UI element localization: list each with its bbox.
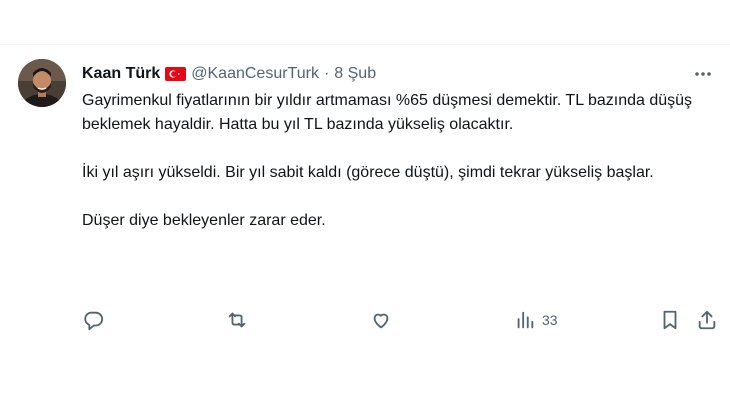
- tweet[interactable]: Kaan Türk @KaanCesurTurk · 8 Şub Gayrime…: [0, 45, 730, 420]
- avatar[interactable]: [18, 59, 66, 107]
- views-button[interactable]: 33: [514, 307, 558, 333]
- more-button[interactable]: [688, 59, 718, 89]
- tweet-paragraph-1: Gayrimenkul fiyatlarının bir yıldır artm…: [82, 92, 693, 133]
- tweet-paragraph-3: Düşer diye bekleyenler zarar eder.: [82, 212, 326, 229]
- turkey-flag-icon: [165, 67, 187, 81]
- retweet-icon: [228, 312, 246, 328]
- share-button[interactable]: [696, 307, 718, 333]
- author-handle[interactable]: @KaanCesurTurk: [191, 65, 319, 83]
- views-icon: [517, 311, 534, 329]
- retweet-button[interactable]: [226, 307, 248, 333]
- bookmark-button[interactable]: [659, 307, 681, 333]
- tweet-text: Gayrimenkul fiyatlarının bir yıldır artm…: [82, 89, 718, 233]
- tweet-paragraph-2: İki yıl aşırı yükseldi. Bir yıl sabit ka…: [82, 164, 654, 181]
- separator-dot: ·: [323, 65, 330, 82]
- tweet-date[interactable]: 8 Şub: [334, 65, 376, 83]
- author-name[interactable]: Kaan Türk: [82, 65, 160, 83]
- avatar-image: [18, 59, 66, 107]
- heart-icon: [373, 313, 389, 329]
- views-count: 33: [542, 312, 558, 328]
- reply-icon: [84, 311, 104, 331]
- tweet-actions: 33: [82, 307, 722, 333]
- more-icon: [695, 72, 711, 76]
- share-icon: [698, 310, 716, 330]
- reply-button[interactable]: [82, 307, 104, 333]
- bookmark-icon: [663, 310, 677, 330]
- tweet-header: Kaan Türk @KaanCesurTurk · 8 Şub: [82, 63, 376, 85]
- like-button[interactable]: [370, 307, 392, 333]
